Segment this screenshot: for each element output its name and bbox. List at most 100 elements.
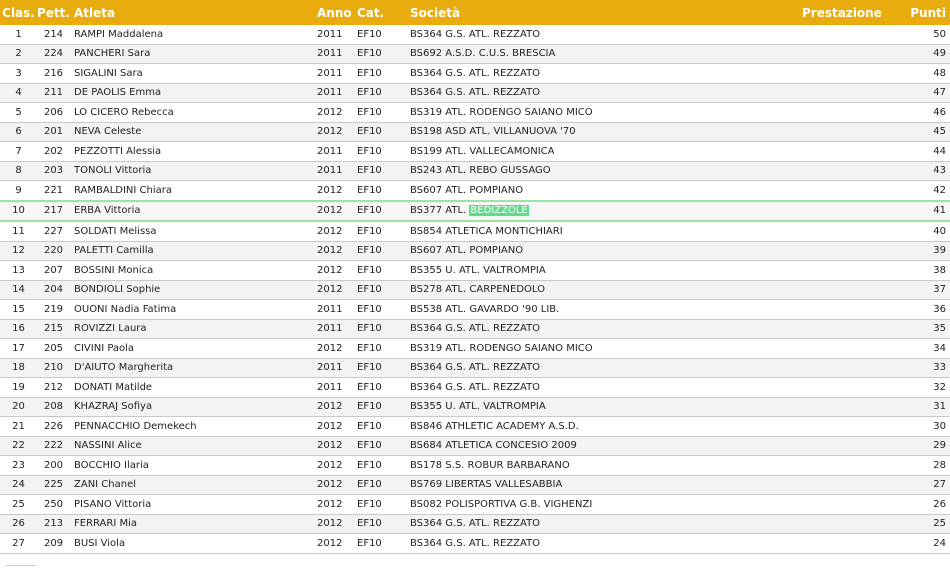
cell-prestazione bbox=[802, 199, 900, 222]
cell-anno: 2012 bbox=[317, 494, 355, 515]
cell-punti: 37 bbox=[900, 280, 950, 300]
table-row[interactable]: 8 203 TONOLI Vittoria 2011 EF10 BS243 ATL. RE… bbox=[0, 161, 950, 181]
col-clas-header[interactable]: Clas. bbox=[0, 0, 37, 25]
cell-atleta: PENNACCHIO Demekech bbox=[70, 416, 317, 437]
cell-clas: 16 bbox=[0, 319, 37, 339]
cell-clas: 24 bbox=[0, 475, 37, 495]
cell-anno: 2011 bbox=[317, 141, 355, 162]
cell-pett: 227 bbox=[37, 221, 70, 242]
col-anno-header[interactable]: Anno bbox=[317, 0, 355, 25]
col-cat-header[interactable]: Cat. bbox=[355, 0, 408, 25]
table-row[interactable]: 24 225 ZANI Chanel 2012 EF10 BS769 LIBERTAS V… bbox=[0, 475, 950, 495]
cell-clas: 14 bbox=[0, 280, 37, 300]
cell-clas: 2 bbox=[0, 44, 37, 64]
table-row[interactable]: 10 217 ERBA Vittoria 2012 EF10 BS377 ATL. BED… bbox=[0, 199, 950, 222]
col-societa-header[interactable]: Società bbox=[408, 0, 802, 25]
table-row[interactable]: 7 202 PEZZOTTI Alessia 2011 EF10 BS199 ATL. V… bbox=[0, 141, 950, 162]
cell-clas: 20 bbox=[0, 397, 37, 417]
cell-cat: EF10 bbox=[355, 260, 408, 281]
cell-punti: 32 bbox=[900, 377, 950, 398]
cell-anno: 2011 bbox=[317, 83, 355, 103]
cell-anno: 2012 bbox=[317, 416, 355, 437]
cell-cat: EF10 bbox=[355, 514, 408, 534]
cell-punti: 45 bbox=[900, 122, 950, 142]
table-row[interactable]: 13 207 BOSSINI Monica 2012 EF10 BS355 U. ATL.… bbox=[0, 260, 950, 281]
cell-cat: EF10 bbox=[355, 25, 408, 45]
table-row[interactable]: 27 209 BUSI Viola 2012 EF10 BS364 G.S. ATL. R… bbox=[0, 533, 950, 554]
cell-prestazione bbox=[802, 494, 900, 515]
cell-prestazione bbox=[802, 241, 900, 261]
results-table: Clas. Pett. Atleta Anno Cat. Società Pre… bbox=[0, 0, 950, 554]
table-row[interactable]: 14 204 BONDIOLI Sophie 2012 EF10 BS278 ATL. C… bbox=[0, 280, 950, 300]
cell-pett: 214 bbox=[37, 25, 70, 45]
table-row[interactable]: 21 226 PENNACCHIO Demekech 2012 EF10 BS846 AT… bbox=[0, 416, 950, 437]
table-row[interactable]: 26 213 FERRARI Mia 2012 EF10 BS364 G.S. ATL. … bbox=[0, 514, 950, 534]
table-row[interactable]: 15 219 OUONI Nadia Fatima 2011 EF10 BS538 ATL… bbox=[0, 299, 950, 320]
table-row[interactable]: 20 208 KHAZRAJ Sofiya 2012 EF10 BS355 U. ATL.… bbox=[0, 397, 950, 417]
cell-cat: EF10 bbox=[355, 63, 408, 84]
cell-societa: BS692 A.S.D. C.U.S. BRESCIA bbox=[408, 44, 802, 64]
cell-pett: 201 bbox=[37, 122, 70, 142]
cell-punti: 44 bbox=[900, 141, 950, 162]
cell-cat: EF10 bbox=[355, 338, 408, 359]
cell-atleta: PALETTI Camilla bbox=[70, 241, 317, 261]
cell-cat: EF10 bbox=[355, 436, 408, 456]
cell-anno: 2011 bbox=[317, 358, 355, 378]
cell-atleta: CIVINI Paola bbox=[70, 338, 317, 359]
cell-clas: 6 bbox=[0, 122, 37, 142]
table-row[interactable]: 18 210 D'AIUTO Margherita 2011 EF10 BS364 G.S… bbox=[0, 358, 950, 378]
table-row[interactable]: 3 216 SIGALINI Sara 2011 EF10 BS364 G.S. ATL.… bbox=[0, 63, 950, 84]
cell-clas: 18 bbox=[0, 358, 37, 378]
cell-societa: BS684 ATLETICA CONCESIO 2009 bbox=[408, 436, 802, 456]
cell-pett: 212 bbox=[37, 377, 70, 398]
cell-anno: 2012 bbox=[317, 221, 355, 242]
cell-prestazione bbox=[802, 83, 900, 103]
col-prestazione-header[interactable]: Prestazione bbox=[802, 0, 900, 25]
cell-pett: 208 bbox=[37, 397, 70, 417]
cell-prestazione bbox=[802, 338, 900, 359]
cell-atleta: PEZZOTTI Alessia bbox=[70, 141, 317, 162]
col-pett-header[interactable]: Pett. bbox=[37, 0, 70, 25]
cell-cat: EF10 bbox=[355, 494, 408, 515]
cell-pett: 224 bbox=[37, 44, 70, 64]
table-row[interactable]: 12 220 PALETTI Camilla 2012 EF10 BS607 ATL. P… bbox=[0, 241, 950, 261]
col-atleta-header[interactable]: Atleta bbox=[70, 0, 317, 25]
cell-atleta: BONDIOLI Sophie bbox=[70, 280, 317, 300]
cell-anno: 2011 bbox=[317, 299, 355, 320]
table-row[interactable]: 23 200 BOCCHIO Ilaria 2012 EF10 BS178 S.S. RO… bbox=[0, 455, 950, 476]
table-row[interactable]: 17 205 CIVINI Paola 2012 EF10 BS319 ATL. RODE… bbox=[0, 338, 950, 359]
table-row[interactable]: 19 212 DONATI Matilde 2011 EF10 BS364 G.S. AT… bbox=[0, 377, 950, 398]
cell-societa: BS538 ATL. GAVARDO '90 LIB. bbox=[408, 299, 802, 320]
cell-punti: 29 bbox=[900, 436, 950, 456]
cell-punti: 25 bbox=[900, 514, 950, 534]
cell-punti: 40 bbox=[900, 221, 950, 242]
cell-cat: EF10 bbox=[355, 299, 408, 320]
cell-atleta: OUONI Nadia Fatima bbox=[70, 299, 317, 320]
cell-societa: BS846 ATHLETIC ACADEMY A.S.D. bbox=[408, 416, 802, 437]
footer-divider bbox=[6, 565, 36, 566]
cell-pett: 219 bbox=[37, 299, 70, 320]
cell-clas: 9 bbox=[0, 180, 37, 201]
table-row[interactable]: 4 211 DE PAOLIS Emma 2011 EF10 BS364 G.S. ATL… bbox=[0, 83, 950, 103]
table-row[interactable]: 2 224 PANCHERI Sara 2011 EF10 BS692 A.S.D. C.… bbox=[0, 44, 950, 64]
table-row[interactable]: 25 250 PISANO Vittoria 2012 EF10 BS082 POLISP… bbox=[0, 494, 950, 515]
table-row[interactable]: 11 227 SOLDATI Melissa 2012 EF10 BS854 ATLETI… bbox=[0, 221, 950, 242]
table-row[interactable]: 9 221 RAMBALDINI Chiara 2012 EF10 BS607 ATL. … bbox=[0, 180, 950, 201]
cell-anno: 2012 bbox=[317, 455, 355, 476]
cell-societa: BS364 G.S. ATL. REZZATO bbox=[408, 377, 802, 398]
cell-cat: EF10 bbox=[355, 533, 408, 554]
col-punti-header[interactable]: Punti bbox=[900, 0, 950, 25]
cell-prestazione bbox=[802, 141, 900, 162]
cell-anno: 2012 bbox=[317, 122, 355, 142]
cell-clas: 7 bbox=[0, 141, 37, 162]
table-row[interactable]: 16 215 ROVIZZI Laura 2011 EF10 BS364 G.S. ATL… bbox=[0, 319, 950, 339]
table-row[interactable]: 6 201 NEVA Celeste 2012 EF10 BS198 ASD ATL. V… bbox=[0, 122, 950, 142]
table-row[interactable]: 22 222 NASSINI Alice 2012 EF10 BS684 ATLETICA… bbox=[0, 436, 950, 456]
table-row[interactable]: 1 214 RAMPI Maddalena 2011 EF10 BS364 G.S. AT… bbox=[0, 25, 950, 45]
cell-atleta: ZANI Chanel bbox=[70, 475, 317, 495]
cell-pett: 226 bbox=[37, 416, 70, 437]
cell-atleta: SIGALINI Sara bbox=[70, 63, 317, 84]
table-row[interactable]: 5 206 LO CICERO Rebecca 2012 EF10 BS319 ATL. … bbox=[0, 102, 950, 123]
cell-cat: EF10 bbox=[355, 455, 408, 476]
cell-clas: 21 bbox=[0, 416, 37, 437]
